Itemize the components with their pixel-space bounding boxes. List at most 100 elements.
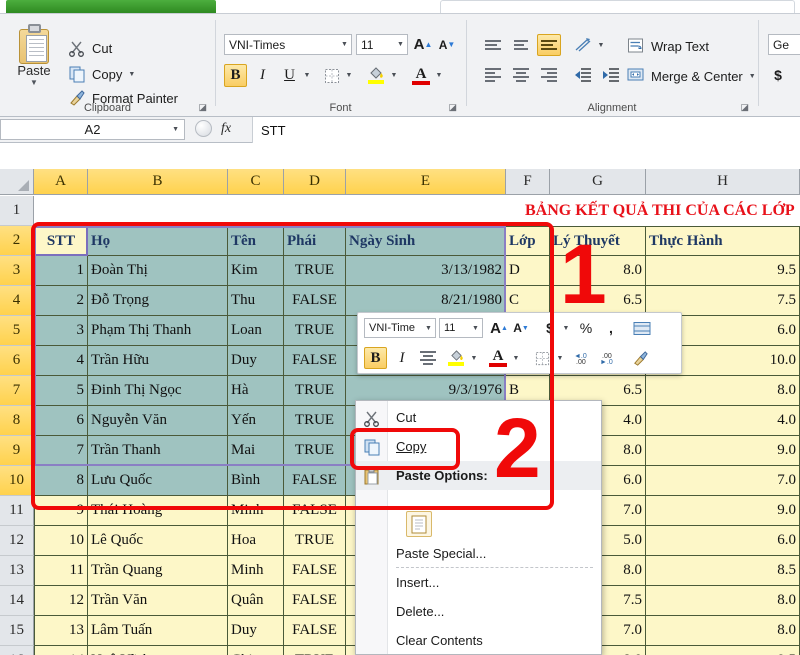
font-dialog-launcher[interactable]: ◪ xyxy=(448,102,457,113)
cell-thuc_hanh-row13[interactable]: 8.5 xyxy=(646,556,800,586)
paste-button[interactable]: Paste ▼ xyxy=(6,22,62,100)
font-size-combo[interactable]: 11 ▼ xyxy=(356,34,408,55)
context-menu-item-delete[interactable]: Delete... xyxy=(356,597,601,626)
row-header-13[interactable]: 13 xyxy=(0,556,34,586)
cell-ten-row8[interactable]: Yến xyxy=(228,406,284,436)
cell-ho-row10[interactable]: Lưu Quốc xyxy=(88,466,228,496)
context-menu-item-cut[interactable]: Cut xyxy=(356,403,601,432)
cell-ten-row15[interactable]: Duy xyxy=(228,616,284,646)
copy-dropdown-arrow[interactable]: ▼ xyxy=(128,71,135,78)
cell-ten-row13[interactable]: Minh xyxy=(228,556,284,586)
cut-button[interactable]: Cut xyxy=(68,36,112,60)
row-header-2[interactable]: 2 xyxy=(0,226,34,256)
cell-ten-row11[interactable]: Minh xyxy=(228,496,284,526)
cell-ten-row5[interactable]: Loan xyxy=(228,316,284,346)
merge-center-dropdown-arrow[interactable]: ▼ xyxy=(749,73,756,80)
expand-formula-bar-button[interactable] xyxy=(195,120,212,137)
row-header-3[interactable]: 3 xyxy=(0,256,34,286)
cell-stt-row5[interactable]: 3 xyxy=(34,316,88,346)
cell-ten-row10[interactable]: Bình xyxy=(228,466,284,496)
cell-ho-row8[interactable]: Nguyễn Văn xyxy=(88,406,228,436)
row-header-4[interactable]: 4 xyxy=(0,286,34,316)
cell-stt-row7[interactable]: 5 xyxy=(34,376,88,406)
name-box[interactable]: A2 ▼ xyxy=(0,119,185,140)
cell-lop-row3[interactable]: D xyxy=(506,256,550,286)
context-menu-item-copy[interactable]: Copy xyxy=(356,432,601,461)
fill-color-button[interactable] xyxy=(364,64,388,87)
cell-stt-row14[interactable]: 12 xyxy=(34,586,88,616)
cell-stt-row10[interactable]: 8 xyxy=(34,466,88,496)
cell-ten-row4[interactable]: Thu xyxy=(228,286,284,316)
row-header-1[interactable]: 1 xyxy=(0,196,34,226)
cell-thuc_hanh-row15[interactable]: 8.0 xyxy=(646,616,800,646)
context-menu-item-clear-contents[interactable]: Clear Contents xyxy=(356,626,601,655)
cell-phai-row5[interactable]: TRUE xyxy=(284,316,346,346)
mini-fill-color-dropdown-arrow[interactable]: ▼ xyxy=(468,347,480,369)
mini-font-color-dropdown-arrow[interactable]: ▼ xyxy=(510,347,522,369)
mini-format-painter-button[interactable] xyxy=(628,347,652,369)
cell-phai-row14[interactable]: FALSE xyxy=(284,586,346,616)
column-header-A[interactable]: A xyxy=(34,169,88,195)
cell-stt-row11[interactable]: 9 xyxy=(34,496,88,526)
cell-ho-row12[interactable]: Lê Quốc xyxy=(88,526,228,556)
row-header-14[interactable]: 14 xyxy=(0,586,34,616)
cell-ten-row3[interactable]: Kim xyxy=(228,256,284,286)
mini-font-name-combo[interactable]: VNI-Time ▼ xyxy=(364,318,436,338)
align-right-button[interactable] xyxy=(537,64,561,86)
context-menu-item-insert[interactable]: Insert... xyxy=(356,568,601,597)
cell-ten-row9[interactable]: Mai xyxy=(228,436,284,466)
chevron-down-icon[interactable]: ▼ xyxy=(422,325,435,332)
context-menu-item-paste-special[interactable]: Paste Special... xyxy=(356,539,601,568)
cell-ho-row3[interactable]: Đoàn Thị xyxy=(88,256,228,286)
mini-shrink-font-button[interactable]: A ▼ xyxy=(510,318,532,338)
mini-italic-button[interactable]: I xyxy=(392,347,412,369)
cell-stt-row6[interactable]: 4 xyxy=(34,346,88,376)
copy-button[interactable]: Copy ▼ xyxy=(68,62,135,86)
row-header-8[interactable]: 8 xyxy=(0,406,34,436)
row-header-11[interactable]: 11 xyxy=(0,496,34,526)
cell-ten-row12[interactable]: Hoa xyxy=(228,526,284,556)
column-header-B[interactable]: B xyxy=(88,169,228,195)
number-format-combo[interactable]: Ge xyxy=(768,34,800,55)
column-header-D[interactable]: D xyxy=(284,169,346,195)
orientation-dropdown-arrow[interactable]: ▼ xyxy=(595,34,607,56)
paste-option-keep-source-formatting[interactable] xyxy=(406,511,432,537)
cell-ly_thuyet-row3[interactable]: 8.0 xyxy=(550,256,646,286)
cell-thuc_hanh-row10[interactable]: 7.0 xyxy=(646,466,800,496)
italic-button[interactable]: I xyxy=(251,64,274,87)
insert-function-icon[interactable]: fx xyxy=(221,121,231,137)
font-color-button[interactable]: A xyxy=(409,64,433,87)
chevron-down-icon[interactable]: ▼ xyxy=(469,325,482,332)
cell-ten-row7[interactable]: Hà xyxy=(228,376,284,406)
cell-stt-row16[interactable]: 14 xyxy=(34,646,88,655)
cell-thuc_hanh-row11[interactable]: 9.0 xyxy=(646,496,800,526)
cell-thuc_hanh-row3[interactable]: 9.5 xyxy=(646,256,800,286)
cell-phai-row6[interactable]: FALSE xyxy=(284,346,346,376)
cell-ngay_sinh-row3[interactable]: 3/13/1982 xyxy=(346,256,506,286)
mini-align-center-button[interactable] xyxy=(416,347,440,369)
column-header-H[interactable]: H xyxy=(646,169,800,195)
decrease-decimal-button[interactable]: .00 ►.0 xyxy=(598,347,622,369)
active-cell-A2[interactable]: STT xyxy=(34,226,88,256)
align-left-button[interactable] xyxy=(481,64,505,86)
cell-ten-row16[interactable]: Chi xyxy=(228,646,284,655)
tab-home-active[interactable] xyxy=(6,0,216,13)
mini-borders-dropdown-arrow[interactable]: ▼ xyxy=(554,347,566,369)
mini-comma-button[interactable]: , xyxy=(602,318,620,338)
cell-thuc_hanh-row14[interactable]: 8.0 xyxy=(646,586,800,616)
column-header-E[interactable]: E xyxy=(346,169,506,195)
cell-phai-row12[interactable]: TRUE xyxy=(284,526,346,556)
merge-center-button[interactable]: Merge & Center ▼ xyxy=(627,64,756,88)
align-middle-button[interactable] xyxy=(509,34,533,56)
cell-stt-row4[interactable]: 2 xyxy=(34,286,88,316)
cell-ho-row13[interactable]: Trần Quang xyxy=(88,556,228,586)
cell-stt-row3[interactable]: 1 xyxy=(34,256,88,286)
cell-ho-row16[interactable]: Ngô Vĩnh xyxy=(88,646,228,655)
cell-phai-row4[interactable]: FALSE xyxy=(284,286,346,316)
mini-font-size-combo[interactable]: 11 ▼ xyxy=(439,318,483,338)
mini-font-color-button[interactable]: A xyxy=(486,347,510,369)
cell-thuc_hanh-row16[interactable]: 9.5 xyxy=(646,646,800,655)
paste-dropdown-arrow[interactable]: ▼ xyxy=(6,78,62,87)
cell-thuc_hanh-row9[interactable]: 9.0 xyxy=(646,436,800,466)
grow-font-button[interactable]: A ▲ xyxy=(412,34,434,55)
